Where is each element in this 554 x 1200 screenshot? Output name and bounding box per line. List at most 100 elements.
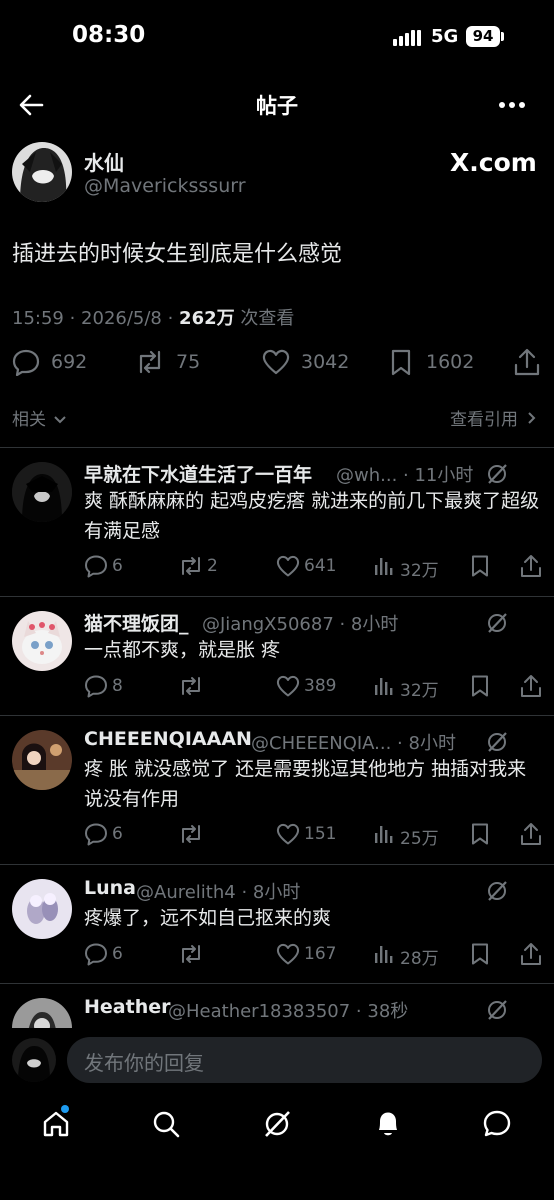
view-quotes-link[interactable]: 查看引用	[450, 405, 537, 430]
reply-views-count: 28万	[400, 949, 439, 969]
grok-icon[interactable]	[262, 1109, 292, 1139]
grok-icon[interactable]	[485, 998, 509, 1022]
share-icon[interactable]	[513, 347, 541, 377]
bookmark-icon[interactable]	[470, 674, 490, 698]
post-text: 插进去的时候女生到底是什么感觉	[12, 242, 343, 267]
post-reposts-count: 75	[176, 351, 201, 373]
reply-avatar[interactable]	[12, 998, 72, 1028]
bookmark-icon[interactable]	[470, 554, 490, 578]
post-views-count: 262万	[179, 308, 235, 329]
brand-logo: X.com	[450, 148, 537, 177]
share-icon[interactable]	[519, 553, 543, 579]
repost-icon[interactable]	[178, 554, 204, 578]
reply-meta: @Aurelith4 · 8小时	[136, 882, 301, 903]
bookmark-icon[interactable]	[389, 348, 413, 376]
related-filter[interactable]: 相关	[12, 405, 67, 430]
post-actions: 692 75 3042 1602	[12, 347, 542, 377]
views-bars-icon[interactable]	[373, 943, 395, 965]
views-bars-icon[interactable]	[373, 555, 395, 577]
quotes-label: 查看引用	[450, 410, 518, 430]
my-avatar[interactable]	[12, 1038, 56, 1082]
author-name[interactable]: 水仙	[84, 147, 124, 176]
reply-avatar[interactable]	[12, 611, 72, 671]
views-bars-icon[interactable]	[373, 823, 395, 845]
reply-item[interactable]: 早就在下水道生活了一百年 @wh... · 11小时 爽 酥酥麻麻的 起鸡皮疙瘩…	[0, 448, 554, 596]
reply-bubble-icon[interactable]	[84, 822, 108, 846]
reply-bubble-icon[interactable]	[12, 348, 40, 376]
share-icon[interactable]	[519, 673, 543, 699]
reply-meta: @JiangX50687 · 8小时	[202, 614, 399, 635]
bookmark-icon[interactable]	[470, 822, 490, 846]
reply-item[interactable]: Heather @Heather18383507 · 38秒	[0, 984, 554, 1028]
post-bookmarks-count: 1602	[426, 351, 475, 373]
share-icon[interactable]	[519, 941, 543, 967]
reply-author-name[interactable]: Luna	[84, 877, 136, 899]
views-bars-icon[interactable]	[373, 675, 395, 697]
repost-icon[interactable]	[178, 822, 204, 846]
reply-avatar[interactable]	[12, 879, 72, 939]
reply-bubble-icon[interactable]	[84, 942, 108, 966]
notification-dot	[61, 1105, 69, 1113]
reply-text: 一点都不爽，就是胀 疼	[84, 639, 281, 661]
heart-icon[interactable]	[262, 349, 290, 375]
repost-icon[interactable]	[178, 942, 204, 966]
reply-likes-count: 389	[304, 676, 337, 696]
brand-text: X.com	[450, 148, 537, 177]
reply-replies-count: 6	[112, 556, 123, 576]
reply-avatar[interactable]	[12, 730, 72, 790]
reply-likes-count: 151	[304, 824, 337, 844]
bottom-nav	[0, 1095, 554, 1200]
grok-icon[interactable]	[485, 879, 509, 903]
related-label: 相关	[12, 410, 46, 430]
reply-text: 爽 酥酥麻麻的 起鸡皮疙瘩 就进来的前几下最爽了超级有满足感	[84, 490, 540, 542]
author-avatar[interactable]	[12, 142, 72, 202]
page-title: 帖子	[256, 94, 298, 118]
reply-item[interactable]: Luna @Aurelith4 · 8小时 疼爆了，远不如自己抠来的爽 6 16…	[0, 865, 554, 983]
repost-icon[interactable]	[135, 348, 165, 376]
heart-icon[interactable]	[276, 943, 300, 965]
grok-icon[interactable]	[485, 462, 509, 486]
reply-replies-count: 6	[112, 944, 123, 964]
heart-icon[interactable]	[276, 555, 300, 577]
reply-replies-count: 8	[112, 676, 123, 696]
reply-avatar[interactable]	[12, 462, 72, 522]
bookmark-icon[interactable]	[470, 942, 490, 966]
post-likes-count: 3042	[301, 351, 350, 373]
search-icon[interactable]	[151, 1109, 181, 1139]
share-icon[interactable]	[519, 821, 543, 847]
reply-bubble-icon[interactable]	[84, 674, 108, 698]
chevron-down-icon	[54, 416, 67, 424]
reply-views-count: 32万	[400, 681, 439, 701]
reply-replies-count: 6	[112, 824, 123, 844]
reply-author-name[interactable]: CHEEENQIAAAN	[84, 728, 252, 750]
reply-meta: @CHEEENQIA... · 8小时	[251, 733, 456, 754]
reply-text: 疼 胀 就没感觉了 还是需要挑逗其他地方 抽插对我来说没有作用	[84, 758, 527, 810]
status-bar: 08:30 5G 94	[0, 0, 554, 80]
reply-likes-count: 167	[304, 944, 337, 964]
messages-icon[interactable]	[482, 1109, 512, 1139]
reply-meta: @Heather18383507 · 38秒	[168, 1001, 409, 1022]
author-handle[interactable]: @Mavericksssurr	[84, 175, 246, 197]
more-dots-icon[interactable]	[498, 100, 526, 110]
battery-level: 94	[466, 26, 500, 47]
reply-author-name[interactable]: 早就在下水道生活了一百年	[84, 460, 312, 487]
bell-icon[interactable]	[373, 1108, 403, 1140]
repost-icon[interactable]	[178, 674, 204, 698]
status-time: 08:30	[72, 22, 146, 48]
reply-views-count: 32万	[400, 561, 439, 581]
reply-meta: @wh... · 11小时	[336, 465, 474, 486]
reply-item[interactable]: 猫不理饭团_ @JiangX50687 · 8小时 一点都不爽，就是胀 疼 8 …	[0, 597, 554, 715]
post-views-suffix: 次查看	[234, 308, 295, 329]
reply-author-name[interactable]: Heather	[84, 996, 170, 1018]
reply-likes-count: 641	[304, 556, 337, 576]
reply-item[interactable]: CHEEENQIAAAN @CHEEENQIA... · 8小时 疼 胀 就没感…	[0, 716, 554, 864]
battery-cap	[501, 32, 504, 41]
home-icon[interactable]	[41, 1109, 71, 1139]
grok-icon[interactable]	[485, 611, 509, 635]
reply-bubble-icon[interactable]	[84, 554, 108, 578]
heart-icon[interactable]	[276, 675, 300, 697]
reply-author-name[interactable]: 猫不理饭团_	[84, 609, 189, 636]
heart-icon[interactable]	[276, 823, 300, 845]
chevron-right-icon	[528, 412, 536, 424]
grok-icon[interactable]	[485, 730, 509, 754]
